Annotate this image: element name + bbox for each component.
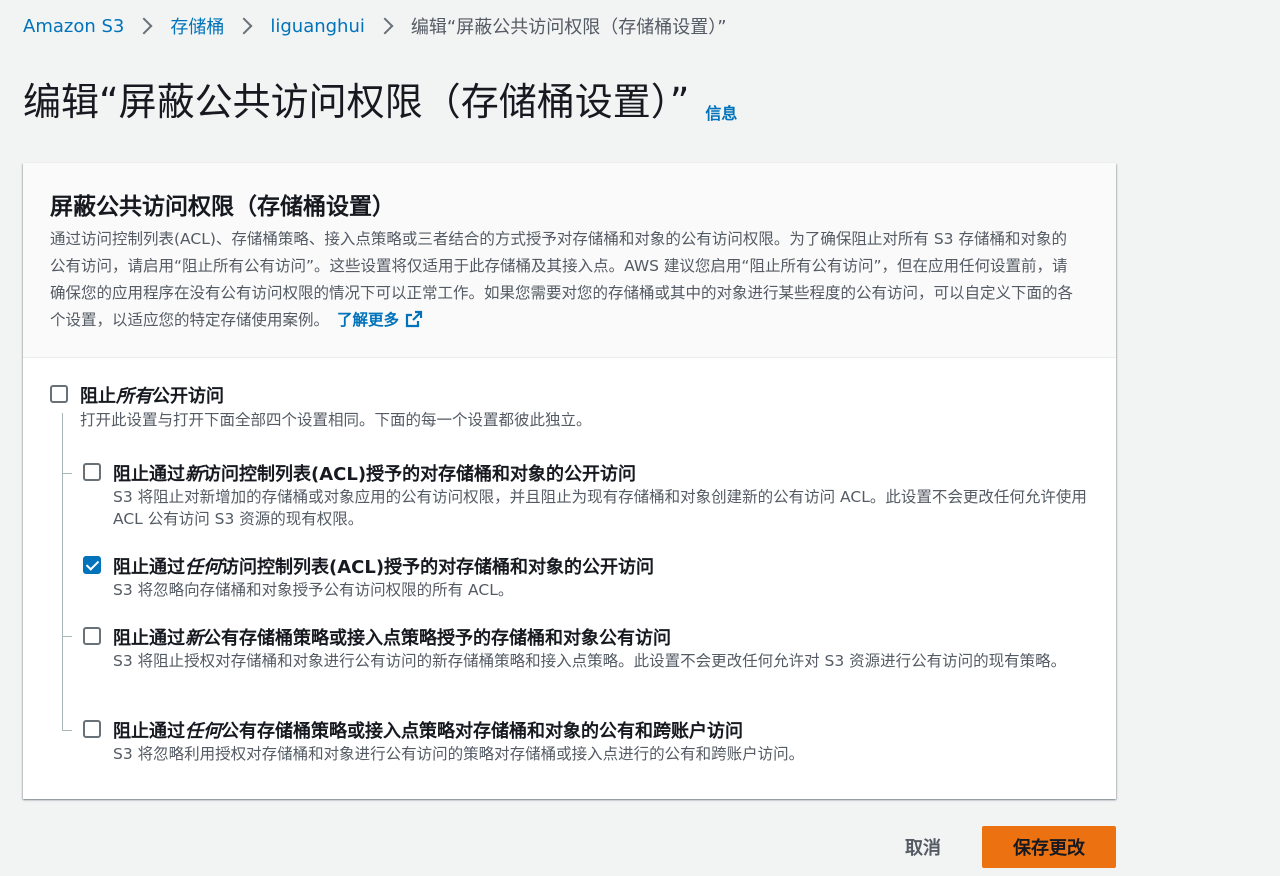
external-link-icon <box>405 310 423 328</box>
label-suffix: 公有存储桶策略或接入点策略对存储桶和对象的公有和跨账户访问 <box>221 721 743 742</box>
chevron-right-icon <box>376 17 394 35</box>
label-suffix: 公开访问 <box>152 386 224 407</box>
label-prefix: 阻止通过 <box>113 721 185 742</box>
panel-title: 屏蔽公共访问权限（存储桶设置） <box>50 194 395 220</box>
chevron-right-icon <box>135 17 153 35</box>
label-suffix: 访问控制列表(ACL)授予的对存储桶和对象的公开访问 <box>221 557 655 578</box>
panel-header: 屏蔽公共访问权限（存储桶设置） 通过访问控制列表(ACL)、存储桶策略、接入点策… <box>23 163 1116 358</box>
block-any-policies-label[interactable]: 阻止通过任何公有存储桶策略或接入点策略对存储桶和对象的公有和跨账户访问 <box>113 717 743 743</box>
page: Amazon S3 存储桶 liguanghui 编辑“屏蔽公共访问权限（存储桶… <box>0 0 1280 876</box>
block-new-acls-description: S3 将阻止对新增加的存储桶或对象应用的公有访问权限，并且阻止为现有存储桶和对象… <box>113 488 1087 528</box>
panel-description: 通过访问控制列表(ACL)、存储桶策略、接入点策略或三者结合的方式授予对存储桶和… <box>50 226 1080 334</box>
block-new-acls-label[interactable]: 阻止通过新访问控制列表(ACL)授予的对存储桶和对象的公开访问 <box>113 460 636 486</box>
block-any-acls-label[interactable]: 阻止通过任何访问控制列表(ACL)授予的对存储桶和对象的公开访问 <box>113 553 654 579</box>
tree-connector-branch <box>62 636 72 637</box>
learn-more-link[interactable]: 了解更多 <box>337 310 423 329</box>
label-emphasis: 所有 <box>116 386 152 407</box>
breadcrumb: Amazon S3 存储桶 liguanghui 编辑“屏蔽公共访问权限（存储桶… <box>23 12 727 40</box>
label-emphasis: 任何 <box>185 557 221 578</box>
block-public-access-panel: 屏蔽公共访问权限（存储桶设置） 通过访问控制列表(ACL)、存储桶策略、接入点策… <box>23 163 1116 799</box>
panel-description-text: 通过访问控制列表(ACL)、存储桶策略、接入点策略或三者结合的方式授予对存储桶和… <box>50 230 1074 329</box>
breadcrumb-item-bucket[interactable]: liguanghui <box>270 16 365 37</box>
block-any-policies-checkbox[interactable] <box>83 720 101 738</box>
block-new-policies-checkbox[interactable] <box>83 627 101 645</box>
tree-connector-vertical <box>62 413 63 731</box>
label-prefix: 阻止通过 <box>113 628 185 649</box>
block-all-label[interactable]: 阻止所有公开访问 <box>80 382 224 408</box>
label-emphasis: 任何 <box>185 721 221 742</box>
label-suffix: 访问控制列表(ACL)授予的对存储桶和对象的公开访问 <box>203 464 637 485</box>
breadcrumb-item-buckets[interactable]: 存储桶 <box>170 13 224 39</box>
block-new-policies-label[interactable]: 阻止通过新公有存储桶策略或接入点策略授予的存储桶和对象公有访问 <box>113 624 671 650</box>
page-header: 编辑“屏蔽公共访问权限（存储桶设置）” 信息 <box>23 78 737 126</box>
chevron-right-icon <box>235 17 253 35</box>
block-any-policies-description: S3 将忽略利用授权对存储桶和对象进行公有访问的策略对存储桶或接入点进行的公有和… <box>113 745 805 763</box>
block-any-acls-checkbox[interactable] <box>83 556 101 574</box>
label-suffix: 公有存储桶策略或接入点策略授予的存储桶和对象公有访问 <box>203 628 671 649</box>
breadcrumb-current: 编辑“屏蔽公共访问权限（存储桶设置）” <box>410 17 727 38</box>
label-emphasis: 新 <box>185 628 203 649</box>
tree-connector-branch <box>62 473 72 474</box>
block-new-acls-checkbox[interactable] <box>83 463 101 481</box>
block-all-checkbox[interactable] <box>50 385 68 403</box>
save-changes-button[interactable]: 保存更改 <box>982 826 1116 868</box>
info-link[interactable]: 信息 <box>705 100 737 124</box>
label-emphasis: 新 <box>185 464 203 485</box>
block-any-acls-description: S3 将忽略向存储桶和对象授予公有访问权限的所有 ACL。 <box>113 581 514 599</box>
tree-connector-branch <box>62 730 72 731</box>
breadcrumb-item-amazon-s3[interactable]: Amazon S3 <box>23 16 124 37</box>
page-title: 编辑“屏蔽公共访问权限（存储桶设置）” <box>23 80 690 124</box>
learn-more-label: 了解更多 <box>337 311 400 329</box>
label-prefix: 阻止通过 <box>113 464 185 485</box>
cancel-button[interactable]: 取消 <box>883 826 963 868</box>
block-all-description: 打开此设置与打开下面全部四个设置相同。下面的每一个设置都彼此独立。 <box>80 411 592 429</box>
block-new-policies-description: S3 将阻止授权对存储桶和对象进行公有访问的新存储桶策略和接入点策略。此设置不会… <box>113 652 1067 670</box>
label-prefix: 阻止 <box>80 386 116 407</box>
label-prefix: 阻止通过 <box>113 557 185 578</box>
